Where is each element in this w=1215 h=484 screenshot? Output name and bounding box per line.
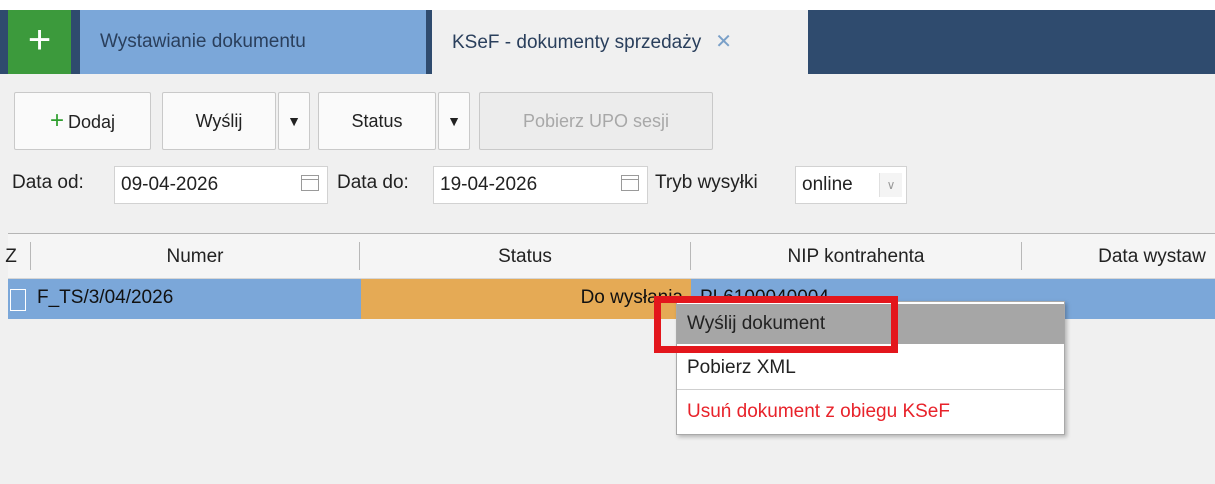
menu-item-send-document[interactable]: Wyślij dokument <box>677 304 1064 344</box>
chevron-down-icon: ∨ <box>879 173 902 197</box>
grid-header: Z Numer Status NIP kontrahenta Data wyst… <box>5 233 1215 279</box>
download-upo-button[interactable]: Pobierz UPO sesji <box>479 92 713 150</box>
new-tab-button[interactable]: + <box>8 10 71 74</box>
send-mode-value: online <box>802 174 853 195</box>
plus-icon: + <box>49 107 64 134</box>
row-checkbox[interactable] <box>10 289 26 311</box>
column-header-numer[interactable]: Numer <box>31 234 359 278</box>
dropdown-arrow-icon: ▼ <box>287 113 301 129</box>
menu-item-remove-from-ksef[interactable]: Usuń dokument z obiegu KSeF <box>677 392 1064 432</box>
cell-numer: F_TS/3/04/2026 <box>37 287 174 308</box>
date-from-label: Data od: <box>12 172 84 193</box>
column-header-nip[interactable]: NIP kontrahenta <box>691 234 1021 278</box>
date-from-field[interactable]: 09-04-2026 <box>114 166 328 204</box>
top-strip <box>0 0 1215 10</box>
date-to-label: Data do: <box>337 172 409 193</box>
add-button[interactable]: + Dodaj <box>14 92 151 150</box>
column-header-status[interactable]: Status <box>360 234 690 278</box>
send-button-label: Wyślij <box>195 111 243 131</box>
tab-label: KSeF - dokumenty sprzedaży <box>452 32 702 53</box>
calendar-icon[interactable] <box>301 175 319 191</box>
cell-status: Do wysłania <box>361 279 691 319</box>
tab-ksef-dokumenty-sprzedazy[interactable]: KSeF - dokumenty sprzedaży ✕ <box>432 10 808 74</box>
date-from-value: 09-04-2026 <box>121 174 219 195</box>
menu-divider <box>677 389 1064 390</box>
download-upo-label: Pobierz UPO sesji <box>522 111 670 131</box>
column-header-data-wystawienia[interactable]: Data wystaw <box>1022 234 1215 278</box>
send-button[interactable]: Wyślij <box>162 92 276 150</box>
calendar-icon[interactable] <box>621 175 639 191</box>
menu-item-download-xml[interactable]: Pobierz XML <box>677 348 1064 388</box>
status-dropdown-button[interactable]: ▼ <box>438 92 470 150</box>
column-header-z[interactable]: Z <box>0 234 22 278</box>
tab-label: Wystawianie dokumentu <box>100 31 306 52</box>
send-mode-label: Tryb wysyłki <box>655 172 758 193</box>
context-menu: Wyślij dokument Pobierz XML Usuń dokumen… <box>676 301 1065 435</box>
status-button[interactable]: Status <box>318 92 436 150</box>
status-button-label: Status <box>351 111 403 131</box>
date-to-field[interactable]: 19-04-2026 <box>433 166 648 204</box>
date-to-value: 19-04-2026 <box>440 174 538 195</box>
send-dropdown-button[interactable]: ▼ <box>278 92 310 150</box>
tab-wystawianie-dokumentu[interactable]: Wystawianie dokumentu <box>80 10 426 74</box>
dropdown-arrow-icon: ▼ <box>447 113 461 129</box>
add-button-label: Dodaj <box>67 112 116 132</box>
close-icon[interactable]: ✕ <box>715 31 732 53</box>
send-mode-select[interactable]: online ∨ <box>795 166 907 204</box>
